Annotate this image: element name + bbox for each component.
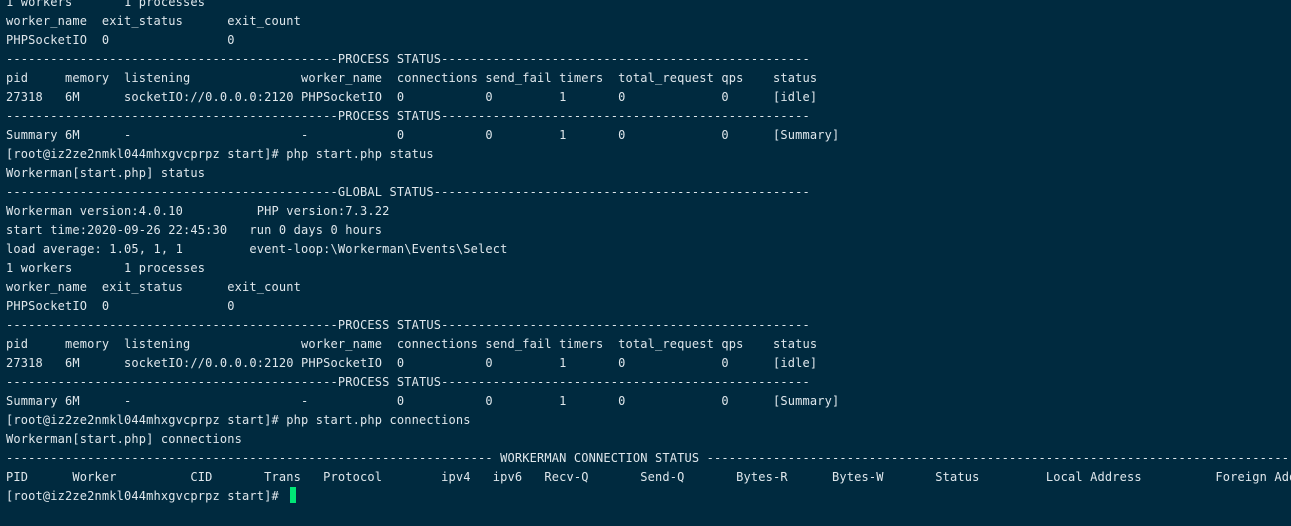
output-line: ----------------------------------------… — [6, 375, 810, 389]
shell-prompt: [root@iz2ze2nmkl044mhxgvcprpz start]# — [6, 489, 287, 503]
terminal-output: 1 workers 1 processes worker_name exit_s… — [6, 0, 1291, 506]
output-line: worker_name exit_status exit_count — [6, 14, 301, 28]
output-line: Workerman[start.php] status — [6, 166, 206, 180]
output-line: PHPSocketIO 0 0 — [6, 299, 235, 313]
output-line: 27318 6M socketIO://0.0.0.0:2120 PHPSock… — [6, 90, 818, 104]
output-line: ----------------------------------------… — [6, 185, 810, 199]
text-cursor — [290, 487, 297, 503]
output-line: worker_name exit_status exit_count — [6, 280, 301, 294]
output-line: [root@iz2ze2nmkl044mhxgvcprpz start]# ph… — [6, 413, 471, 427]
output-line: pid memory listening worker_name connect… — [6, 71, 818, 85]
output-line: Summary 6M - - 0 0 1 0 0 [Summary] — [6, 128, 840, 142]
prompt-line[interactable]: [root@iz2ze2nmkl044mhxgvcprpz start]# — [6, 487, 1291, 506]
terminal-window[interactable]: 1 workers 1 processes worker_name exit_s… — [0, 0, 1291, 526]
output-line: 27318 6M socketIO://0.0.0.0:2120 PHPSock… — [6, 356, 818, 370]
output-line: PID Worker CID Trans Protocol ipv4 ipv6 … — [6, 470, 1291, 484]
output-line: Summary 6M - - 0 0 1 0 0 [Summary] — [6, 394, 840, 408]
output-line: pid memory listening worker_name connect… — [6, 337, 818, 351]
output-line: ----------------------------------------… — [6, 451, 1291, 465]
output-line: ----------------------------------------… — [6, 52, 810, 66]
output-line: Workerman version:4.0.10 PHP version:7.3… — [6, 204, 390, 218]
output-line: 1 workers 1 processes — [6, 261, 206, 275]
output-line: 1 workers 1 processes — [6, 0, 206, 9]
output-line: [root@iz2ze2nmkl044mhxgvcprpz start]# ph… — [6, 147, 434, 161]
output-line: start time:2020-09-26 22:45:30 run 0 day… — [6, 223, 383, 237]
output-line: ----------------------------------------… — [6, 109, 810, 123]
output-line: ----------------------------------------… — [6, 318, 810, 332]
output-line: PHPSocketIO 0 0 — [6, 33, 235, 47]
output-line: Workerman[start.php] connections — [6, 432, 242, 446]
output-line: load average: 1.05, 1, 1 event-loop:\Wor… — [6, 242, 508, 256]
